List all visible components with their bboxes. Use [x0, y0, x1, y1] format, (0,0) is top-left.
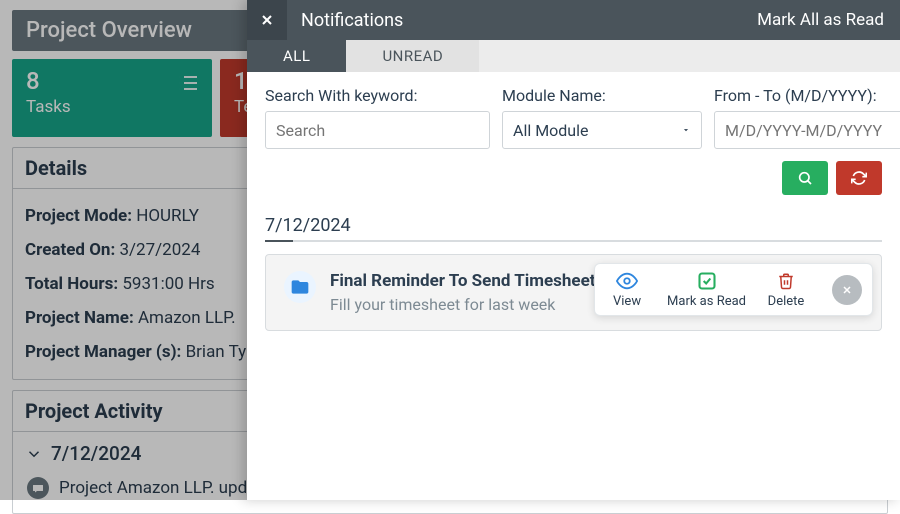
filter-label: Search With keyword:: [265, 86, 490, 105]
group-date: 7/12/2024: [265, 209, 882, 242]
filter-date: From - To (M/D/YYYY):: [714, 86, 900, 149]
notification-actions-popover: View Mark as Read Delete: [594, 263, 873, 316]
action-label: Delete: [768, 294, 805, 309]
drawer-title: Notifications: [287, 10, 741, 31]
mark-all-read-button[interactable]: Mark All as Read: [741, 10, 900, 30]
close-button[interactable]: [247, 0, 287, 40]
notification-item[interactable]: Final Reminder To Send Timesheet 2:03 AM…: [265, 254, 882, 331]
reset-button[interactable]: [836, 161, 882, 195]
eye-icon: [616, 270, 638, 292]
filter-label: From - To (M/D/YYYY):: [714, 86, 900, 105]
date-range-input[interactable]: [714, 111, 900, 149]
tabs: ALL UNREAD: [247, 40, 900, 72]
action-label: View: [613, 294, 641, 309]
module-select[interactable]: All Module: [502, 111, 702, 149]
filters-row: Search With keyword: Module Name: All Mo…: [247, 72, 900, 161]
refresh-icon: [851, 170, 867, 186]
check-square-icon: [696, 270, 718, 292]
tab-all[interactable]: ALL: [247, 40, 346, 72]
filter-module: Module Name: All Module: [502, 86, 702, 149]
select-value: All Module: [513, 121, 589, 140]
folder-open-icon: [284, 271, 316, 303]
close-icon: [841, 284, 853, 296]
close-icon: [259, 12, 275, 28]
search-input[interactable]: [265, 111, 490, 149]
notifications-drawer: Notifications Mark All as Read ALL UNREA…: [247, 0, 900, 500]
filter-search: Search With keyword:: [265, 86, 490, 149]
tab-unread[interactable]: UNREAD: [346, 40, 479, 72]
mark-read-action[interactable]: Mark as Read: [667, 270, 746, 309]
search-icon: [797, 170, 813, 186]
filter-label: Module Name:: [502, 86, 702, 105]
trash-icon: [775, 270, 797, 292]
view-action[interactable]: View: [605, 270, 649, 309]
popover-close-button[interactable]: [832, 275, 862, 305]
notification-list: 7/12/2024 Final Reminder To Send Timeshe…: [247, 209, 900, 500]
filter-actions: [247, 161, 900, 209]
delete-action[interactable]: Delete: [764, 270, 808, 309]
drawer-header: Notifications Mark All as Read: [247, 0, 900, 40]
caret-down-icon: [681, 125, 691, 135]
search-button[interactable]: [782, 161, 828, 195]
action-label: Mark as Read: [667, 294, 746, 309]
